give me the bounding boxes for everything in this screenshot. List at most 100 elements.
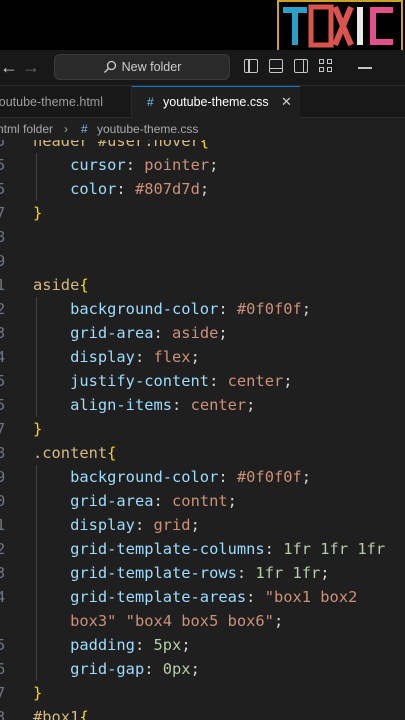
code-line[interactable]: 3 grid-area: aside; xyxy=(0,321,405,345)
code-line[interactable]: 8 .content{ xyxy=(0,441,405,465)
token: cursor xyxy=(70,156,126,174)
code-line[interactable]: 7} xyxy=(0,417,405,441)
tab-youtube-theme-css[interactable]: # youtube-theme.css ✕ xyxy=(132,86,300,118)
arrow-right-icon[interactable]: → xyxy=(22,57,40,77)
code-line[interactable]: 3 grid-template-rows: 1fr 1fr; xyxy=(0,561,405,585)
code-line[interactable]: 5 align-items: center; xyxy=(0,393,405,417)
minimize-icon[interactable] xyxy=(358,67,372,69)
token: contnt xyxy=(172,492,228,510)
code-text: } xyxy=(33,201,42,225)
code-line[interactable]: 5 cursor: pointer; xyxy=(0,153,405,177)
breadcrumb-file[interactable]: youtube-theme.css xyxy=(97,118,198,140)
code-line[interactable]: 1 display: grid; xyxy=(0,513,405,537)
code-text: grid-gap: 0px; xyxy=(33,657,200,681)
code-line[interactable]: 2 background-color: #0f0f0f; xyxy=(0,297,405,321)
code-line[interactable]: 5 header #user:hover{ xyxy=(0,140,405,153)
search-icon xyxy=(103,60,116,73)
code-line[interactable]: box3" "box4 box5 box6"; xyxy=(0,609,405,633)
token: ; xyxy=(246,396,256,414)
indent-guide xyxy=(36,465,37,681)
token: align-items xyxy=(70,396,173,414)
token: } xyxy=(33,420,43,438)
editor-tabs: youtube-theme.html # youtube-theme.css ✕ xyxy=(0,86,405,118)
code-line[interactable]: 7} xyxy=(0,201,405,225)
line-number: 5 xyxy=(0,140,6,150)
code-line[interactable]: 3 #box1{ xyxy=(0,705,405,720)
token: ; xyxy=(301,468,312,486)
token: : xyxy=(134,636,154,654)
code-line[interactable]: 6 grid-gap: 0px; xyxy=(0,657,405,681)
token: { xyxy=(79,708,89,720)
toxic-logo-mark xyxy=(283,4,393,48)
token: grid-template-columns xyxy=(70,540,265,558)
code-line[interactable]: 9 xyxy=(0,249,405,273)
code-line[interactable]: 2 grid-template-columns: 1fr 1fr 1fr xyxy=(0,537,405,561)
close-icon[interactable]: ✕ xyxy=(281,87,292,117)
code-line[interactable]: 8 xyxy=(0,225,405,249)
token: ; xyxy=(227,492,237,510)
code-line[interactable]: 7} xyxy=(0,681,405,705)
token: pointer xyxy=(144,156,210,174)
code-text: justify-content: center; xyxy=(33,369,292,393)
breadcrumb: html folder › # youtube-theme.css xyxy=(0,118,405,140)
token: aside xyxy=(33,276,80,294)
token: #box1 xyxy=(33,708,80,720)
toggle-panel-icon[interactable] xyxy=(269,59,283,73)
code-text: grid-area: aside; xyxy=(33,321,228,345)
token: : xyxy=(218,468,237,486)
token: background-color xyxy=(70,468,219,486)
token: ; xyxy=(190,516,200,534)
token: 0px xyxy=(162,660,191,678)
command-center[interactable]: New folder xyxy=(54,54,230,80)
token: : xyxy=(153,324,173,342)
token: #807d7d xyxy=(134,180,200,198)
tab-label: youtube-theme.css xyxy=(163,95,269,109)
code-text: box3" "box4 box5 box6"; xyxy=(33,609,283,633)
code-line[interactable]: 1 aside{ xyxy=(0,273,405,297)
code-line[interactable]: 5 justify-content: center; xyxy=(0,369,405,393)
toggle-secondary-sidebar-icon[interactable] xyxy=(294,59,308,73)
tab-youtube-theme-html[interactable]: youtube-theme.html xyxy=(0,86,132,118)
token: grid xyxy=(153,516,191,534)
code-line[interactable]: 0 grid-area: contnt; xyxy=(0,489,405,513)
code-text: grid-template-rows: 1fr 1fr; xyxy=(33,561,330,585)
token: grid-template-areas xyxy=(70,588,247,606)
arrow-left-icon[interactable]: ← xyxy=(0,57,18,77)
line-number: 7 xyxy=(0,420,6,438)
line-number: 8 xyxy=(0,444,6,462)
breadcrumb-folder[interactable]: html folder xyxy=(0,118,53,140)
indent-guide xyxy=(36,153,37,201)
code-text: color: #807d7d; xyxy=(33,177,209,201)
code-line[interactable]: 9 background-color: #0f0f0f; xyxy=(0,465,405,489)
chevron-right-icon: › xyxy=(64,122,68,136)
code-editor[interactable]: 5 header #user:hover{5 cursor: pointer; 5 … xyxy=(0,140,405,720)
code-text: background-color: #0f0f0f; xyxy=(33,465,311,489)
token: : xyxy=(144,660,163,678)
token: : xyxy=(134,516,154,534)
code-line[interactable]: 4 grid-template-areas: "box1 box2 xyxy=(0,585,405,609)
token: } xyxy=(33,204,43,222)
code-text: background-color: #0f0f0f; xyxy=(33,297,311,321)
code-text: header #user:hover{ xyxy=(33,140,209,153)
code-line[interactable]: 4 display: flex; xyxy=(0,345,405,369)
code-line[interactable]: 5 color: #807d7d; xyxy=(0,177,405,201)
toggle-primary-sidebar-icon[interactable] xyxy=(244,59,258,73)
code-text: grid-template-areas: "box1 box2 xyxy=(33,585,357,609)
customize-layout-icon[interactable] xyxy=(319,59,333,73)
line-number: 9 xyxy=(0,252,6,270)
code-text: grid-template-columns: 1fr 1fr 1fr xyxy=(33,537,385,561)
line-number: 7 xyxy=(0,204,6,222)
token: ; xyxy=(209,156,219,174)
code-line[interactable]: 5 padding: 5px; xyxy=(0,633,405,657)
code-text: #box1{ xyxy=(33,705,89,720)
token: grid-area xyxy=(70,324,154,342)
